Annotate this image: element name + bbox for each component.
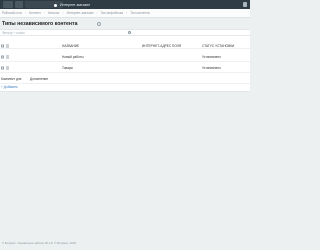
row-status: Установлено xyxy=(202,54,221,59)
row-name[interactable]: Товары xyxy=(62,66,73,70)
row-value[interactable]: Дополнение xyxy=(30,77,48,81)
row-checkbox[interactable] xyxy=(1,55,4,58)
row-checkbox[interactable] xyxy=(1,66,4,69)
home-button[interactable] xyxy=(15,1,23,8)
row-menu-icon[interactable] xyxy=(6,66,9,69)
table-row[interactable]: Новый работы Установлено xyxy=(0,52,250,62)
table-row[interactable]: Комплект для Дополнение xyxy=(0,74,250,84)
row-label: Комплект для xyxy=(1,76,22,81)
breadcrumb-item[interactable]: Контент xyxy=(29,11,41,15)
user-menu-icon[interactable] xyxy=(243,2,247,7)
site-switch-label: Интернет-магазин xyxy=(60,3,91,7)
breadcrumb-item[interactable]: Интернет-магазин xyxy=(67,11,94,15)
apps-grid-button[interactable] xyxy=(3,1,13,8)
content-panel: НАЗВАНИЕ ИНТЕРНЕТ-АДРЕС ПОЛЯ СТАТУС УСТА… xyxy=(0,29,250,92)
breadcrumb-separator-icon: › xyxy=(43,11,45,15)
column-header-name[interactable]: НАЗВАНИЕ xyxy=(62,44,79,48)
search-bar xyxy=(0,30,250,36)
site-switch-button[interactable]: Интернет-магазин xyxy=(25,1,90,8)
table-row[interactable]: Товары Установлено xyxy=(0,63,250,73)
search-icon[interactable] xyxy=(128,31,131,34)
column-header-url[interactable]: ИНТЕРНЕТ-АДРЕС ПОЛЯ xyxy=(142,44,181,48)
page-title: Типы независимого контента xyxy=(2,21,78,27)
status-dot-icon xyxy=(54,4,57,7)
breadcrumb-item-current: Тип контента xyxy=(130,11,150,15)
row-status: Установлено xyxy=(202,65,221,70)
breadcrumb-separator-icon: › xyxy=(25,11,27,15)
breadcrumb-item[interactable]: Рабочий стол xyxy=(2,11,22,15)
settings-icon[interactable] xyxy=(6,44,9,47)
top-toolbar: Интернет-магазин xyxy=(0,0,250,9)
column-header-status[interactable]: СТАТУС УСТАНОВКИ xyxy=(202,44,234,48)
select-all-checkbox[interactable] xyxy=(1,44,4,47)
add-button[interactable]: + Добавить xyxy=(1,85,18,89)
breadcrumb-separator-icon: › xyxy=(96,11,98,15)
breadcrumb: Рабочий стол › Контент › Каталог › Интер… xyxy=(0,9,250,18)
footer-copyright: © Битрикс. Управление сайтом 18.1.8. © Б… xyxy=(2,241,76,245)
breadcrumb-item[interactable]: Каталог xyxy=(48,11,60,15)
table-header: НАЗВАНИЕ ИНТЕРНЕТ-АДРЕС ПОЛЯ СТАТУС УСТА… xyxy=(0,43,250,49)
breadcrumb-separator-icon: › xyxy=(126,11,128,15)
search-input[interactable] xyxy=(2,30,132,36)
breadcrumb-item[interactable]: Тип инфоблока xyxy=(100,11,123,15)
row-menu-icon[interactable] xyxy=(6,55,9,58)
row-name[interactable]: Новый работы xyxy=(62,55,84,59)
favorite-star-icon[interactable] xyxy=(97,22,101,26)
breadcrumb-separator-icon: › xyxy=(62,11,64,15)
